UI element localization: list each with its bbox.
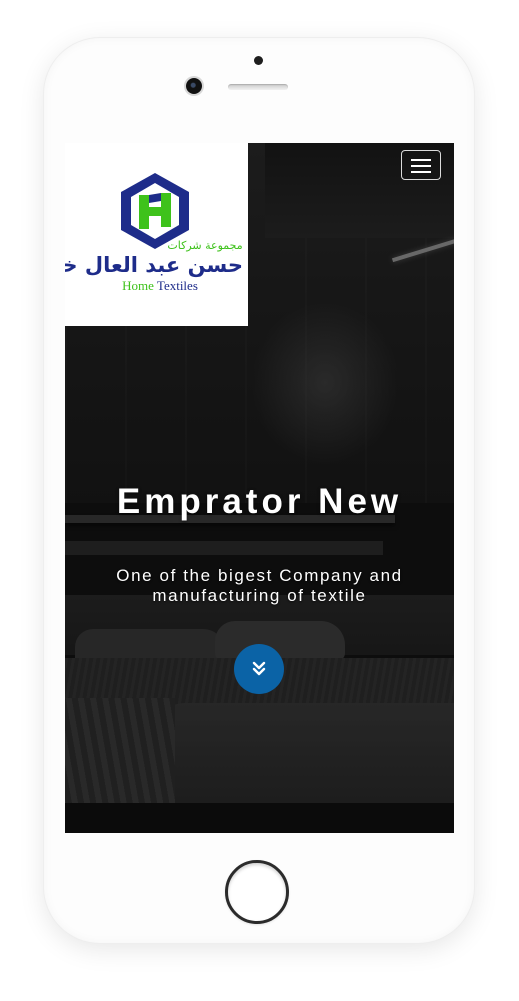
website-screen: مجموعة شركات حسن عبد العال خاطر Home Tex… — [65, 143, 454, 833]
home-button[interactable] — [225, 860, 289, 924]
proximity-sensor — [254, 56, 263, 65]
scroll-down-button[interactable] — [234, 644, 284, 694]
hero-title: Emprator New — [116, 482, 403, 521]
earpiece-speaker — [228, 84, 288, 90]
front-camera — [186, 78, 202, 94]
logo-arabic-name: حسن عبد العال خاطر — [65, 253, 243, 277]
logo-arabic-tagline: مجموعة شركات — [167, 239, 243, 252]
hamburger-menu-icon[interactable] — [401, 150, 441, 180]
site-logo[interactable]: مجموعة شركات حسن عبد العال خاطر Home Tex… — [65, 143, 248, 326]
logo-english-name: Home Textiles — [105, 278, 215, 294]
hero-subtitle: One of the bigest Company and manufactur… — [116, 566, 403, 605]
logo-word-home: Home — [122, 278, 154, 293]
logo-word-textiles: Textiles — [156, 278, 198, 293]
double-chevron-down-icon — [252, 661, 266, 676]
